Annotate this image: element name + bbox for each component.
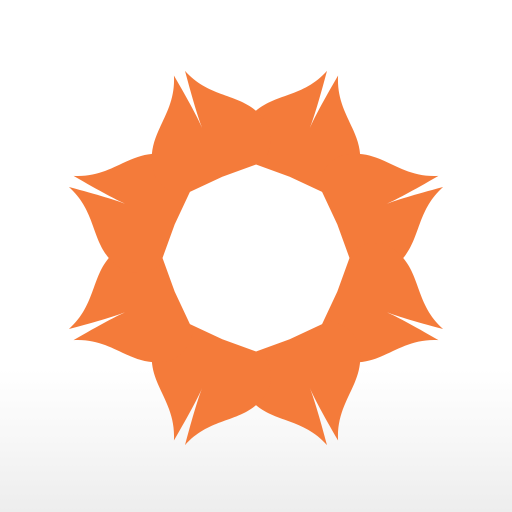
- app-icon: [0, 0, 512, 512]
- eight-petal-star-logo-icon: [68, 70, 444, 446]
- petal-group: [68, 70, 444, 446]
